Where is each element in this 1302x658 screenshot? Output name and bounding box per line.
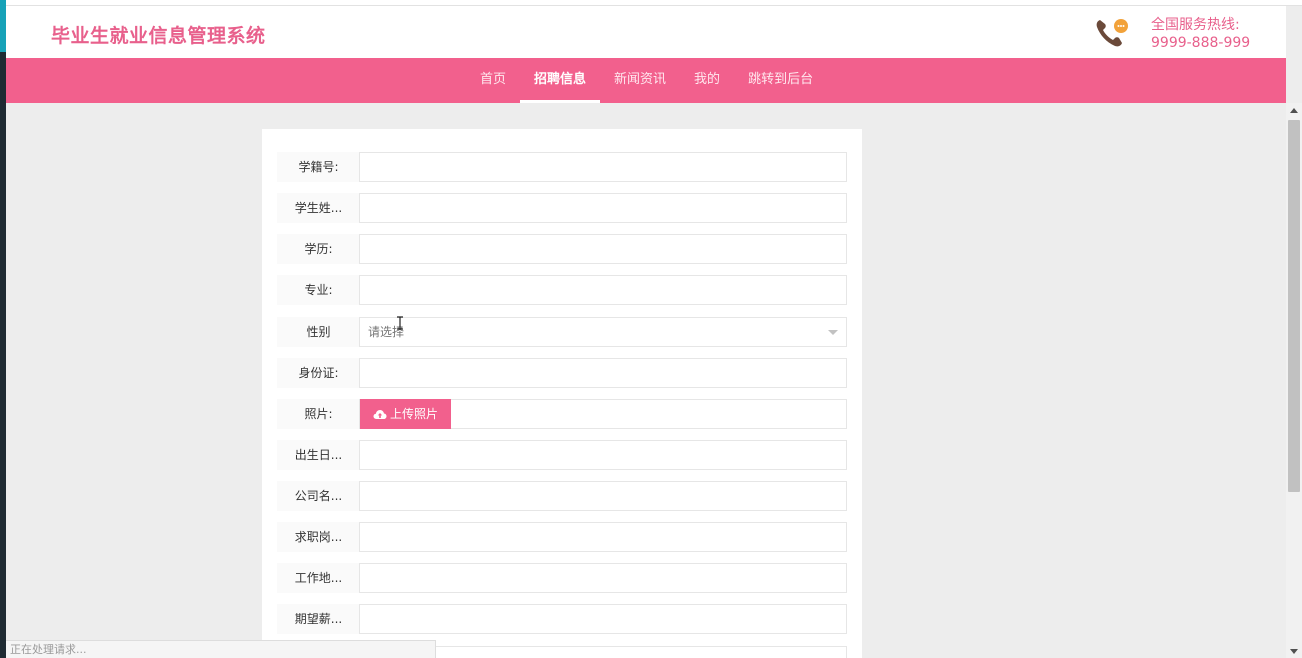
photo-field: 上传照片 <box>359 399 847 429</box>
page-scrollbar[interactable] <box>1286 103 1302 658</box>
expected-salary-input[interactable] <box>360 605 846 633</box>
hotline: 全国服务热线: 9999-888-999 <box>1151 16 1250 52</box>
id-card-label: 身份证: <box>277 358 360 388</box>
job-position-field[interactable] <box>359 522 847 552</box>
major-label: 专业: <box>277 275 360 305</box>
form-row-birth-date: 出生日... <box>277 440 847 470</box>
phone-icon <box>1096 19 1128 47</box>
education-field[interactable] <box>359 234 847 264</box>
expected-salary-label: 期望薪... <box>277 604 360 634</box>
id-card-field[interactable] <box>359 358 847 388</box>
photo-label: 照片: <box>277 399 360 429</box>
student-name-field[interactable] <box>359 193 847 223</box>
work-location-input[interactable] <box>360 564 846 592</box>
hotline-number: 9999-888-999 <box>1151 35 1251 51</box>
major-input[interactable] <box>360 276 846 304</box>
form-row-student-id: 学籍号: <box>277 152 847 182</box>
gender-label: 性别 <box>277 317 360 347</box>
form-row-student-name: 学生姓... <box>277 193 847 223</box>
upload-photo-label: 上传照片 <box>389 407 438 421</box>
birth-date-field[interactable] <box>359 440 847 470</box>
text-cursor-icon <box>397 316 403 330</box>
nav-item-mine[interactable]: 我的 <box>680 58 734 103</box>
expected-salary-field[interactable] <box>359 604 847 634</box>
nav-menu: 首页 招聘信息 新闻资讯 我的 跳转到后台 <box>466 58 827 103</box>
student-name-label: 学生姓... <box>277 193 360 223</box>
nav-item-home[interactable]: 首页 <box>466 58 520 103</box>
gender-select[interactable]: 请选择 <box>359 317 847 347</box>
hotline-label: 全国服务热线: <box>1151 17 1240 33</box>
form-row-work-location: 工作地... <box>277 563 847 593</box>
form-row-company-name: 公司名... <box>277 481 847 511</box>
student-id-field[interactable] <box>359 152 847 182</box>
upload-photo-button[interactable]: 上传照片 <box>360 399 451 429</box>
site-header: 毕业生就业信息管理系统 全国服务热线: 9999-888-999 <box>6 6 1286 58</box>
browser-status-bar: 正在处理请求... <box>6 640 436 658</box>
cloud-upload-icon <box>373 409 387 419</box>
form-row-photo: 照片: 上传照片 <box>277 399 847 429</box>
company-name-field[interactable] <box>359 481 847 511</box>
site-title: 毕业生就业信息管理系统 <box>51 25 266 47</box>
student-id-label: 学籍号: <box>277 152 360 182</box>
work-location-label: 工作地... <box>277 563 360 593</box>
chevron-down-icon <box>828 330 838 335</box>
education-label: 学历: <box>277 234 360 264</box>
main-navbar: 首页 招聘信息 新闻资讯 我的 跳转到后台 <box>6 58 1286 103</box>
nav-item-news[interactable]: 新闻资讯 <box>600 58 680 103</box>
birth-date-input[interactable] <box>360 441 846 469</box>
form-row-major: 专业: <box>277 275 847 305</box>
job-application-form: 学籍号: 学生姓... 学历: 专业: 性别 请选择 身份证: 照片: 上传照片… <box>262 129 862 658</box>
scroll-down-arrow-icon[interactable] <box>1290 649 1298 654</box>
student-name-input[interactable] <box>360 194 846 222</box>
education-input[interactable] <box>360 235 846 263</box>
company-name-label: 公司名... <box>277 481 360 511</box>
job-position-label: 求职岗... <box>277 522 360 552</box>
browser-viewport: 毕业生就业信息管理系统 全国服务热线: 9999-888-999 首页 招聘信息… <box>6 0 1302 658</box>
form-row-id-card: 身份证: <box>277 358 847 388</box>
nav-item-admin[interactable]: 跳转到后台 <box>734 58 827 103</box>
work-location-field[interactable] <box>359 563 847 593</box>
job-position-input[interactable] <box>360 523 846 551</box>
birth-date-label: 出生日... <box>277 440 360 470</box>
scroll-up-arrow-icon[interactable] <box>1290 108 1298 113</box>
form-row-job-position: 求职岗... <box>277 522 847 552</box>
company-name-input[interactable] <box>360 482 846 510</box>
major-field[interactable] <box>359 275 847 305</box>
scroll-thumb[interactable] <box>1288 120 1300 492</box>
nav-item-jobs[interactable]: 招聘信息 <box>520 58 601 103</box>
form-row-expected-salary: 期望薪... <box>277 604 847 634</box>
form-row-education: 学历: <box>277 234 847 264</box>
form-row-gender: 性别 请选择 <box>277 317 847 347</box>
id-card-input[interactable] <box>360 359 846 387</box>
student-id-input[interactable] <box>360 153 846 181</box>
